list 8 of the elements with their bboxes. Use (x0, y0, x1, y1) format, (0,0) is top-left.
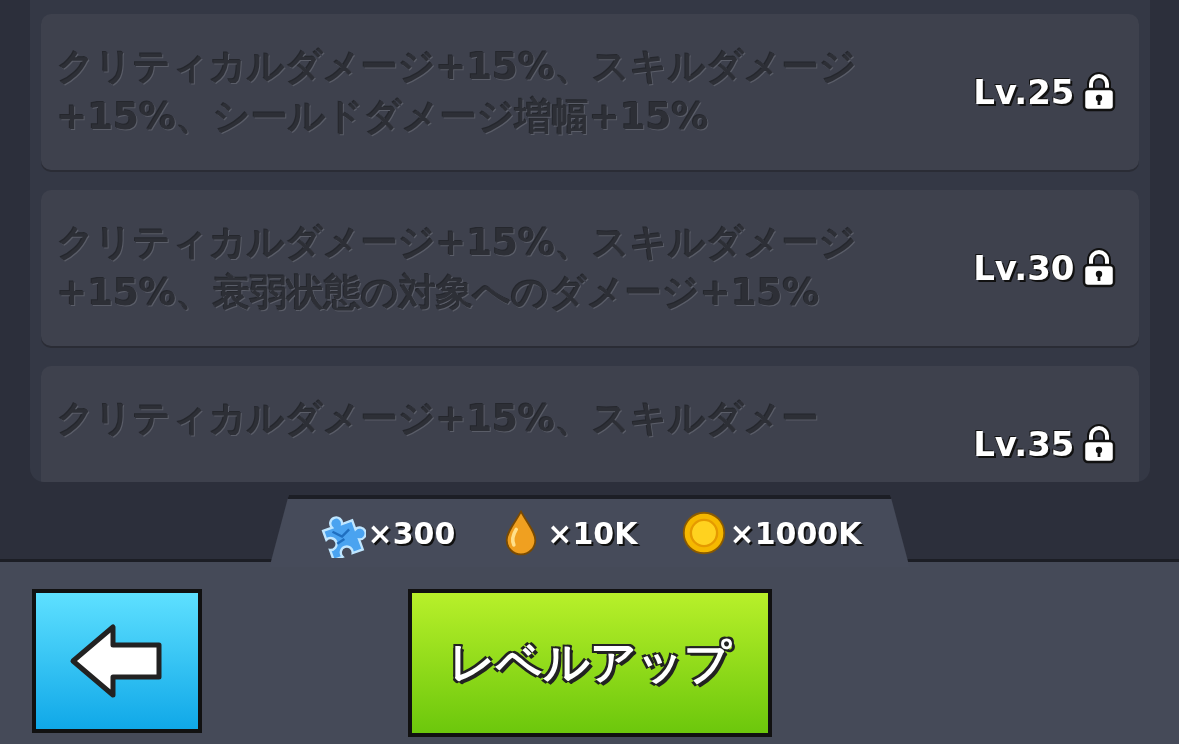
level-requirement: Lv.35 (973, 424, 1075, 464)
level-requirement: Lv.30 (973, 248, 1075, 288)
back-button[interactable] (32, 589, 202, 733)
level-requirement: Lv.25 (973, 72, 1075, 112)
cost-amount: ×300 (367, 515, 456, 551)
cost-amount: ×1000K (729, 515, 862, 551)
cost-amount: ×10K (547, 515, 638, 551)
level-up-button[interactable]: レベルアップ (408, 589, 772, 737)
